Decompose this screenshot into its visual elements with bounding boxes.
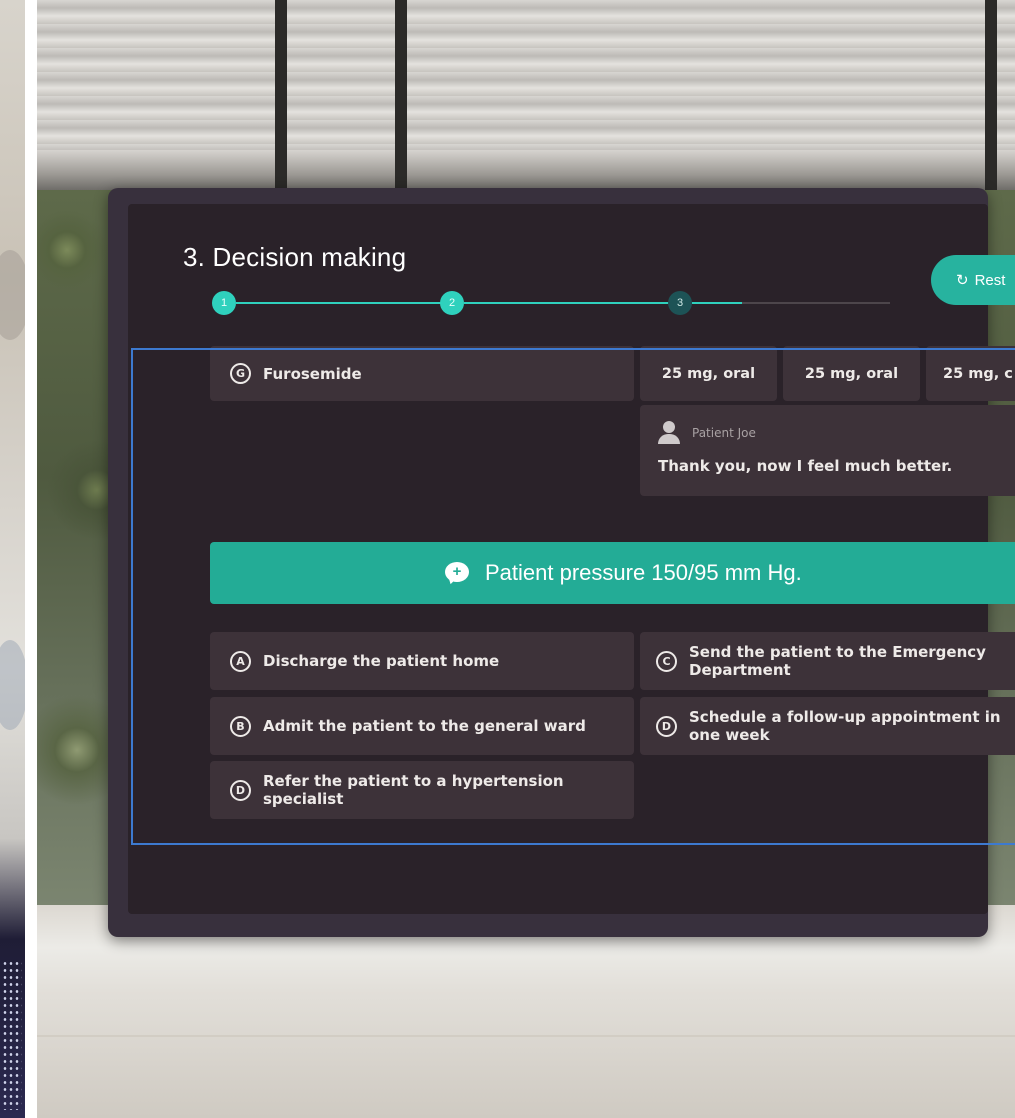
blind-cord bbox=[395, 0, 407, 190]
page-title: 3. Decision making bbox=[183, 242, 407, 272]
window-blind-fold bbox=[37, 150, 1015, 190]
progress-line-remaining bbox=[742, 302, 890, 304]
restart-icon: ↻ bbox=[956, 272, 969, 289]
selection-frame bbox=[131, 348, 1015, 845]
blind-cord bbox=[985, 0, 997, 190]
blurred-object bbox=[0, 640, 25, 730]
progress-line-complete bbox=[236, 302, 442, 304]
restart-label: Rest bbox=[974, 271, 1006, 289]
step-1[interactable]: 1 bbox=[212, 291, 236, 315]
restart-button[interactable]: ↻ Rest bbox=[931, 255, 1015, 305]
progress-line-partial bbox=[692, 302, 742, 304]
sill-edge bbox=[37, 1035, 1015, 1037]
progress-line-complete bbox=[464, 302, 670, 304]
step-3[interactable]: 3 bbox=[668, 291, 692, 315]
step-2[interactable]: 2 bbox=[440, 291, 464, 315]
blind-cord bbox=[275, 0, 287, 190]
blurred-object bbox=[0, 250, 25, 340]
keyboard-texture bbox=[2, 960, 22, 1110]
left-background-strip bbox=[0, 0, 25, 1118]
